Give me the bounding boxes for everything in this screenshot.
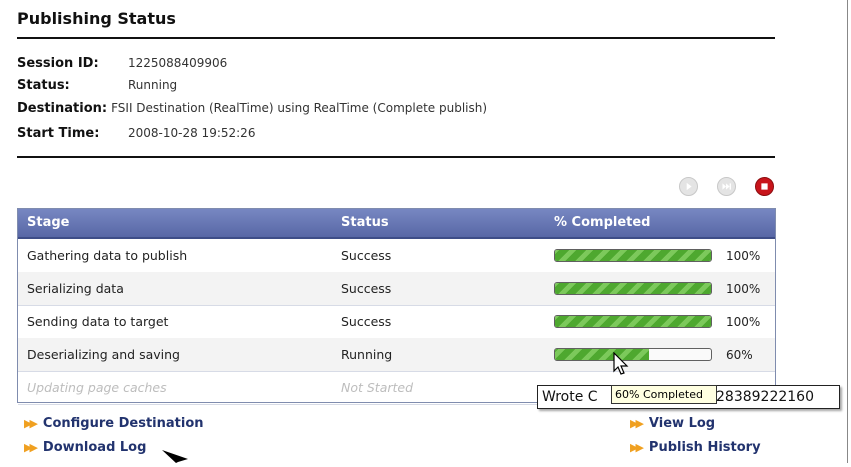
status-value: Running bbox=[128, 78, 178, 92]
double-arrow-icon: ▶▶ bbox=[24, 441, 38, 454]
double-arrow-icon: ▶▶ bbox=[24, 417, 38, 430]
page-title: Publishing Status bbox=[17, 9, 176, 28]
percent-label: 60% bbox=[726, 348, 753, 362]
start-time-row: Start Time: 2008-10-28 19:52:26 bbox=[17, 126, 255, 141]
download-log-link[interactable]: ▶▶ Download Log bbox=[24, 440, 146, 455]
table-row: Serializing data Success 100% bbox=[18, 272, 775, 306]
arrow-cursor-icon bbox=[160, 449, 190, 463]
progress-fill bbox=[555, 250, 711, 261]
status-row: Status: Running bbox=[17, 78, 177, 93]
table-row: Sending data to target Success 100% bbox=[18, 305, 775, 339]
stage-name: Deserializing and saving bbox=[27, 347, 180, 362]
download-log-label: Download Log bbox=[42, 440, 147, 455]
double-arrow-icon: ▶▶ bbox=[630, 441, 644, 454]
stage-status: Success bbox=[341, 281, 392, 296]
play-icon bbox=[686, 182, 692, 191]
stage-status: Not Started bbox=[341, 380, 414, 395]
log-tooltip-suffix: 28389222160 bbox=[716, 389, 814, 405]
table-header: Stage Status % Completed bbox=[18, 209, 775, 239]
hand-cursor-icon bbox=[610, 351, 632, 380]
stage-name: Serializing data bbox=[27, 281, 124, 296]
stage-name: Gathering data to publish bbox=[27, 248, 188, 263]
info-divider bbox=[17, 156, 775, 158]
header-status[interactable]: Status bbox=[341, 215, 389, 230]
view-log-label: View Log bbox=[648, 416, 716, 431]
progress-bar bbox=[554, 315, 712, 328]
configure-destination-link[interactable]: ▶▶ Configure Destination bbox=[24, 416, 204, 431]
progress-fill bbox=[555, 316, 711, 327]
stage-status: Success bbox=[341, 314, 392, 329]
percent-label: 100% bbox=[726, 282, 761, 296]
stage-status: Success bbox=[341, 248, 392, 263]
publish-history-label: Publish History bbox=[648, 440, 761, 455]
start-time-label: Start Time: bbox=[17, 126, 100, 141]
percent-label: 100% bbox=[726, 249, 761, 263]
view-log-link[interactable]: ▶▶ View Log bbox=[630, 416, 715, 431]
stage-name: Sending data to target bbox=[27, 314, 169, 329]
log-tooltip-prefix: Wrote C bbox=[542, 389, 598, 405]
header-completed[interactable]: % Completed bbox=[554, 215, 650, 230]
progress-bar bbox=[554, 249, 712, 262]
stage-status: Running bbox=[341, 347, 393, 362]
stage-name: Updating page caches bbox=[27, 380, 167, 395]
destination-row: Destination: FSII Destination (RealTime) … bbox=[17, 101, 487, 116]
skip-button[interactable] bbox=[717, 177, 736, 196]
play-button[interactable] bbox=[679, 177, 698, 196]
title-divider bbox=[17, 37, 775, 39]
table-row: Gathering data to publish Success 100% bbox=[18, 239, 775, 273]
header-stage[interactable]: Stage bbox=[27, 215, 69, 230]
stop-button[interactable] bbox=[755, 177, 774, 196]
progress-tooltip: 60% Completed bbox=[611, 385, 717, 404]
progress-fill bbox=[555, 283, 711, 294]
session-id-value: 1225088409906 bbox=[128, 56, 228, 70]
percent-label: 100% bbox=[726, 315, 761, 329]
double-arrow-icon: ▶▶ bbox=[630, 417, 644, 430]
session-id-row: Session ID: 1225088409906 bbox=[17, 56, 227, 71]
status-label: Status: bbox=[17, 78, 70, 93]
progress-fill bbox=[555, 349, 649, 360]
session-id-label: Session ID: bbox=[17, 56, 99, 71]
publish-history-link[interactable]: ▶▶ Publish History bbox=[630, 440, 761, 455]
configure-destination-label: Configure Destination bbox=[42, 416, 204, 431]
progress-bar bbox=[554, 348, 712, 361]
destination-value: FSII Destination (RealTime) using RealTi… bbox=[111, 101, 488, 115]
table-row: Deserializing and saving Running 60% bbox=[18, 338, 775, 372]
stages-table: Stage Status % Completed Gathering data … bbox=[17, 208, 776, 405]
stop-icon bbox=[761, 183, 768, 190]
window-border bbox=[847, 0, 848, 463]
destination-label: Destination: bbox=[17, 101, 108, 116]
start-time-value: 2008-10-28 19:52:26 bbox=[128, 126, 256, 140]
progress-bar bbox=[554, 282, 712, 295]
skip-icon bbox=[722, 183, 731, 190]
